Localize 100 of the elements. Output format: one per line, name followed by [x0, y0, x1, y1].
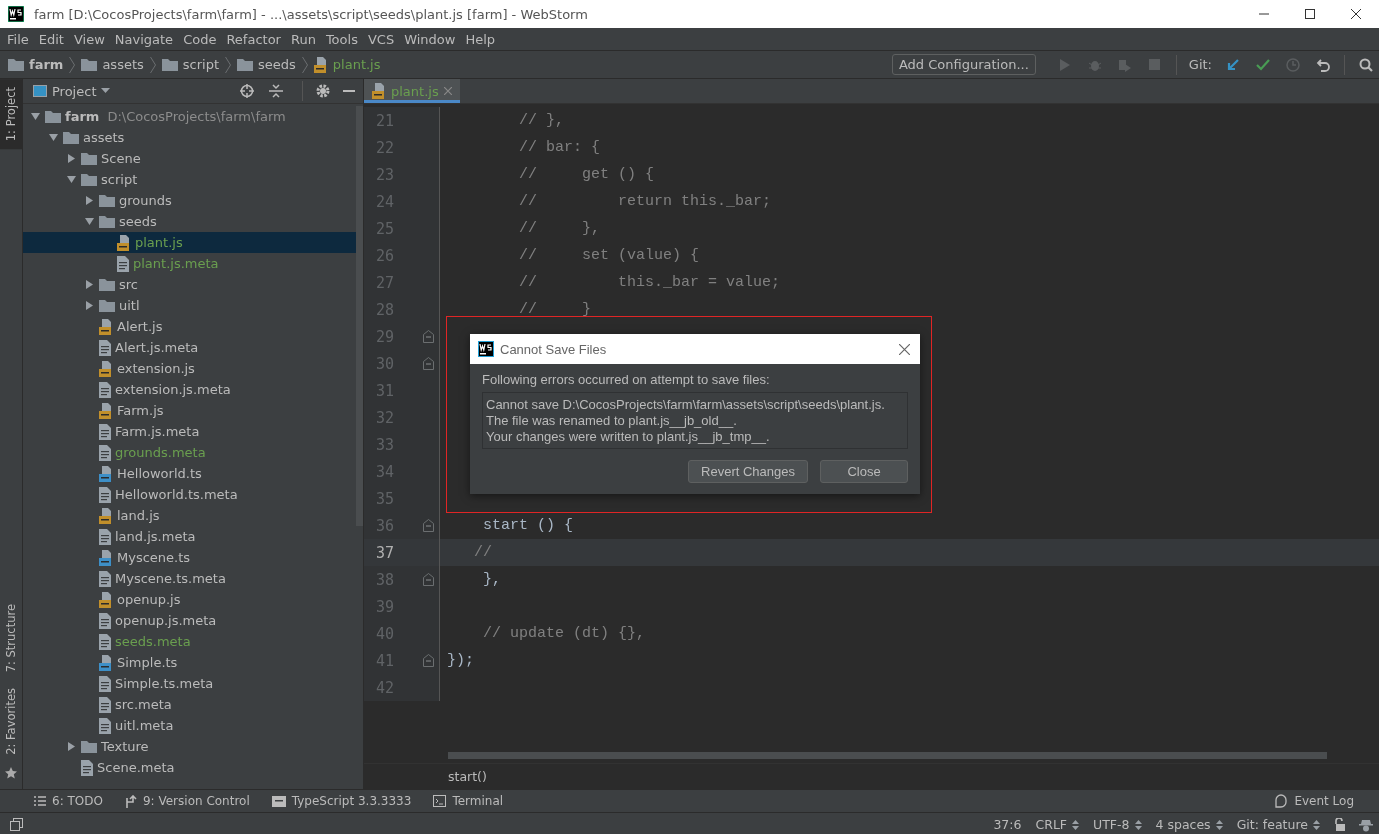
expanded-arrow-icon[interactable]: [30, 112, 40, 121]
tool-window-tab[interactable]: 1: Project: [0, 79, 22, 150]
scrollbar[interactable]: [448, 752, 1327, 759]
close-icon[interactable]: [899, 343, 910, 355]
locate-icon[interactable]: [240, 84, 254, 98]
tree-item[interactable]: Alert.js.meta: [23, 337, 356, 358]
tree-item[interactable]: seeds: [23, 211, 356, 232]
tree-item[interactable]: script: [23, 169, 356, 190]
panel-title[interactable]: Project: [52, 83, 97, 99]
breadcrumb-item[interactable]: assets: [81, 57, 144, 72]
menu-item[interactable]: Refactor: [221, 31, 286, 47]
collapsed-arrow-icon[interactable]: [84, 196, 94, 205]
status-item[interactable]: 37:6: [993, 817, 1022, 832]
tree-item[interactable]: grounds.meta: [23, 442, 356, 463]
tree-item[interactable]: Simple.ts: [23, 652, 356, 673]
scrollbar[interactable]: [356, 106, 363, 526]
expanded-arrow-icon[interactable]: [66, 175, 76, 184]
collapsed-arrow-icon[interactable]: [66, 154, 76, 163]
tree-item[interactable]: Helloworld.ts.meta: [23, 484, 356, 505]
tree-item[interactable]: openup.js: [23, 589, 356, 610]
collapsed-arrow-icon[interactable]: [66, 742, 76, 751]
collapsed-arrow-icon[interactable]: [84, 280, 94, 289]
tree-item[interactable]: Scene: [23, 148, 356, 169]
tree-item[interactable]: grounds: [23, 190, 356, 211]
tree-item[interactable]: uitl.meta: [23, 715, 356, 736]
menu-item[interactable]: Window: [399, 31, 461, 47]
breadcrumb-item[interactable]: script: [161, 57, 219, 72]
tree-item[interactable]: Myscene.ts.meta: [23, 568, 356, 589]
tree-item[interactable]: Simple.ts.meta: [23, 673, 356, 694]
fold-marker-icon[interactable]: [423, 330, 434, 343]
tree-item[interactable]: extension.js: [23, 358, 356, 379]
vcs-label: Git:: [1188, 57, 1212, 72]
tree-item[interactable]: farm D:\CocosProjects\farm\farm: [23, 106, 356, 127]
tool-window-button[interactable]: TypeScript 3.3.3333: [271, 794, 412, 808]
tree-item[interactable]: src.meta: [23, 694, 356, 715]
menu-item[interactable]: VCS: [362, 31, 400, 47]
menu-item[interactable]: Run: [285, 31, 321, 47]
tree-item[interactable]: extension.js.meta: [23, 379, 356, 400]
tool-window-button[interactable]: Terminal: [433, 794, 504, 808]
status-item[interactable]: UTF-8: [1093, 817, 1142, 832]
revert-button[interactable]: Revert Changes: [688, 460, 808, 483]
minimize-icon[interactable]: [343, 89, 355, 93]
fold-marker-icon[interactable]: [423, 573, 434, 586]
close-icon[interactable]: [1351, 9, 1361, 19]
tree-item[interactable]: plant.js.meta: [23, 253, 356, 274]
tree-item[interactable]: Farm.js: [23, 400, 356, 421]
menu-item[interactable]: Edit: [33, 31, 69, 47]
inspector-icon[interactable]: [1359, 817, 1373, 832]
breadcrumb-item[interactable]: farm: [8, 57, 64, 72]
status-item[interactable]: Git: feature: [1236, 817, 1320, 832]
menu-item[interactable]: Tools: [320, 31, 363, 47]
menu-item[interactable]: Help: [460, 31, 501, 47]
tree-item[interactable]: Alert.js: [23, 316, 356, 337]
status-item[interactable]: 4 spaces: [1155, 817, 1223, 832]
tool-windows-toggle-icon[interactable]: [10, 818, 23, 831]
tool-window-tab[interactable]: 2: Favorites: [0, 680, 22, 763]
status-item[interactable]: CRLF: [1035, 817, 1080, 832]
maximize-icon[interactable]: [1305, 9, 1315, 19]
dropdown-caret-icon[interactable]: [101, 88, 111, 94]
breadcrumb-item[interactable]: seeds: [237, 57, 296, 72]
fold-marker-icon[interactable]: [423, 519, 434, 532]
script-file-icon: [372, 83, 386, 99]
tree-item[interactable]: src: [23, 274, 356, 295]
updown-icon: [1215, 819, 1223, 830]
close-dialog-button[interactable]: Close: [820, 460, 908, 483]
tool-window-button[interactable]: 9: Version Control: [124, 794, 250, 808]
script-file-icon: [313, 56, 328, 73]
tree-item[interactable]: openup.js.meta: [23, 610, 356, 631]
tree-item[interactable]: land.js: [23, 505, 356, 526]
tree-item[interactable]: uitl: [23, 295, 356, 316]
tree-item[interactable]: seeds.meta: [23, 631, 356, 652]
tree-item[interactable]: Scene.meta: [23, 757, 356, 778]
code-line: start () {: [482, 517, 575, 534]
tree-item[interactable]: Farm.js.meta: [23, 421, 356, 442]
menu-item[interactable]: View: [68, 31, 110, 47]
menu-item[interactable]: Code: [178, 31, 222, 47]
event-log-button[interactable]: Event Log: [1274, 794, 1354, 808]
chevron-icon: [149, 56, 156, 73]
menu-item[interactable]: File: [2, 31, 34, 47]
collapsed-arrow-icon[interactable]: [84, 301, 94, 310]
menu-item[interactable]: Navigate: [109, 31, 179, 47]
tree-item[interactable]: Texture: [23, 736, 356, 757]
settings-icon[interactable]: [316, 84, 330, 98]
breadcrumb-item[interactable]: plant.js: [313, 56, 381, 73]
tree-item[interactable]: land.js.meta: [23, 526, 356, 547]
tree-item[interactable]: plant.js: [23, 232, 356, 253]
add-configuration-button[interactable]: Add Configuration...: [891, 54, 1036, 75]
tool-window-button[interactable]: 6: TODO: [34, 794, 103, 808]
tree-item[interactable]: Helloworld.ts: [23, 463, 356, 484]
expanded-arrow-icon[interactable]: [48, 133, 58, 142]
tool-window-tab[interactable]: 7: Structure: [0, 595, 22, 681]
fold-marker-icon[interactable]: [423, 357, 434, 370]
lock-icon[interactable]: [1334, 818, 1345, 831]
tree-item[interactable]: assets: [23, 127, 356, 148]
fold-marker-icon[interactable]: [423, 654, 434, 667]
line-number: 37: [374, 543, 394, 562]
collapse-all-icon[interactable]: [269, 84, 283, 98]
tree-item[interactable]: Myscene.ts: [23, 547, 356, 568]
expanded-arrow-icon[interactable]: [84, 217, 94, 226]
code-breadcrumb[interactable]: start(): [448, 769, 487, 784]
